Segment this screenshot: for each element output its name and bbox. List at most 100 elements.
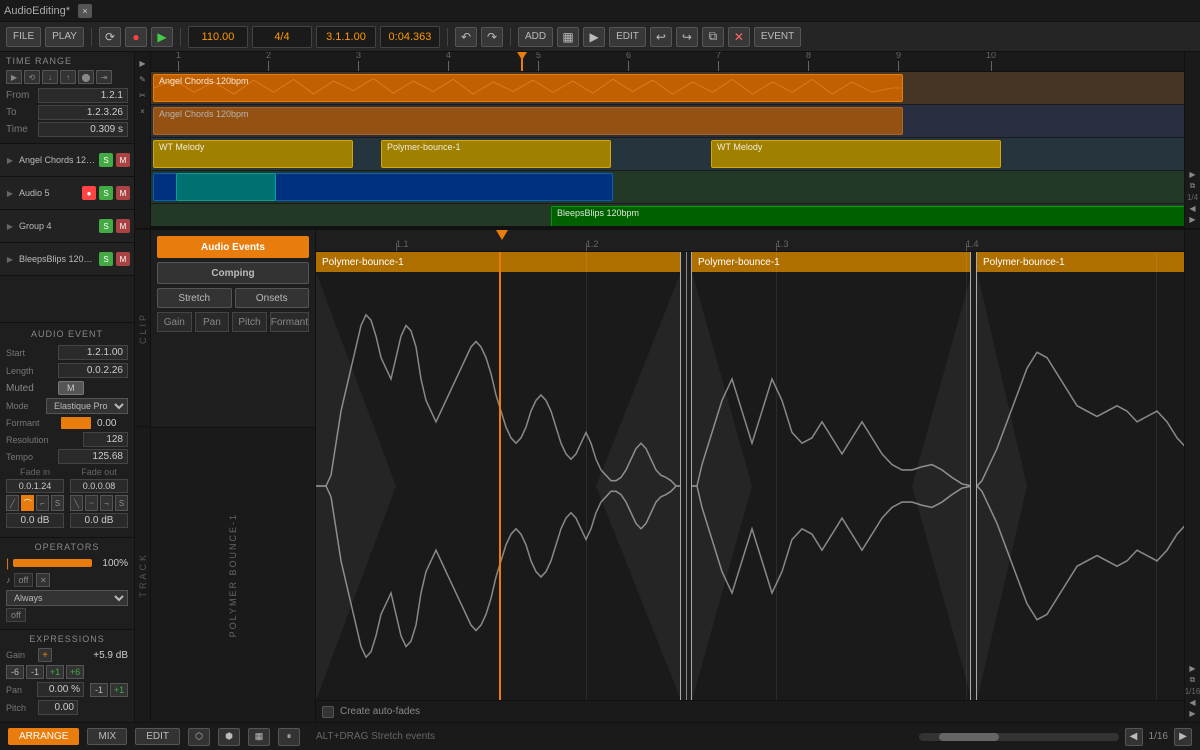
fade-in-s[interactable]: S [51, 495, 64, 511]
redo-button[interactable]: ↷ [481, 27, 503, 47]
arrange-right-btn-2[interactable]: ⧉ [1190, 181, 1196, 191]
fade-out-curve[interactable]: ⌣ [85, 495, 98, 511]
fade-in-value[interactable]: 0.0.1.24 [6, 479, 64, 493]
track-4-expand[interactable]: ▶ [4, 253, 16, 265]
track-clip-3b[interactable]: Polymer-bounce-1 [381, 140, 611, 168]
tempo-value[interactable]: 125.68 [58, 449, 128, 464]
fade-out-value[interactable]: 0.0.0.08 [70, 479, 128, 493]
bottom-icon-1[interactable]: ⬡ [188, 728, 210, 746]
pan-step-minus1[interactable]: -1 [90, 683, 108, 697]
pitch-value[interactable]: 0.00 [38, 700, 78, 715]
h-scrollbar[interactable] [919, 733, 1119, 741]
graph-button[interactable]: ▦ [557, 27, 579, 47]
edit-button[interactable]: EDIT [609, 27, 646, 47]
bottom-icon-4[interactable]: ⏸ [278, 728, 300, 746]
gain-step-minus1[interactable]: -1 [26, 665, 44, 679]
comping-button[interactable]: Comping [157, 262, 309, 284]
formant-param-button[interactable]: Formant [270, 312, 309, 332]
audio-events-button[interactable]: Audio Events [157, 236, 309, 258]
fade-in-step[interactable]: ⌐ [36, 495, 49, 511]
tr-icon-6[interactable]: ⇥ [96, 70, 112, 84]
pan-param-button[interactable]: Pan [195, 312, 230, 332]
fade-out-step[interactable]: ¬ [100, 495, 113, 511]
length-value[interactable]: 0.0.2.26 [58, 363, 128, 378]
track-1-solo[interactable]: S [99, 153, 113, 167]
arrange-tool-2[interactable]: ✎ [136, 72, 150, 86]
arrange-tool-4[interactable]: × [136, 104, 150, 118]
gain-step-minus6[interactable]: -6 [6, 665, 24, 679]
fade-out-linear[interactable]: ╲ [70, 495, 83, 511]
auto-fades-checkbox[interactable] [322, 706, 334, 718]
clip-right-btn-1[interactable]: ▶ [1189, 664, 1195, 673]
track-clip-5a[interactable]: BleepsBlips 120bpm [551, 206, 1184, 228]
track-clip-1a[interactable]: Angel Chords 120bpm [153, 74, 903, 102]
stretch-button[interactable]: Stretch [157, 288, 232, 308]
gain-step-plus1[interactable]: +1 [46, 665, 64, 679]
track-3-solo[interactable]: S [99, 219, 113, 233]
tr-icon-3[interactable]: ↓ [42, 70, 58, 84]
tr-icon-2[interactable]: ⟲ [24, 70, 40, 84]
play-menu-button[interactable]: PLAY [45, 27, 84, 47]
play-button[interactable]: ▶ [151, 27, 173, 47]
fade-out-s[interactable]: S [115, 495, 128, 511]
transport-play-button[interactable]: ▶ [583, 27, 605, 47]
mix-tab[interactable]: MIX [87, 728, 127, 745]
track-clip-4b[interactable] [176, 173, 276, 201]
loop-button[interactable]: ⟳ [99, 27, 121, 47]
tr-icon-5[interactable]: ⬤ [78, 70, 94, 84]
track-2-mute[interactable]: M [116, 186, 130, 200]
to-value[interactable]: 1.2.3.26 [38, 105, 128, 120]
fade-in-curve[interactable]: ⌒ [21, 495, 34, 511]
delete-button[interactable]: ✕ [728, 27, 750, 47]
track-1-expand[interactable]: ▶ [4, 154, 16, 166]
arrange-tool-1[interactable]: ▶ [136, 56, 150, 70]
event-button[interactable]: EVENT [754, 27, 801, 47]
bottom-icon-3[interactable]: ▦ [248, 728, 270, 746]
arrange-right-btn-3[interactable]: ◀ [1189, 204, 1195, 213]
track-2-rec[interactable]: ● [82, 186, 96, 200]
ops-always-select[interactable]: Always [6, 590, 128, 606]
arrange-right-btn-1[interactable]: ▶ [1189, 170, 1195, 179]
track-3-expand[interactable]: ▶ [4, 220, 16, 232]
pan-value[interactable]: 0.00 % [37, 682, 84, 697]
track-1-mute[interactable]: M [116, 153, 130, 167]
tr-icon-4[interactable]: ↑ [60, 70, 76, 84]
arrange-tool-3[interactable]: ✂ [136, 88, 150, 102]
start-value[interactable]: 1.2.1.00 [58, 345, 128, 360]
clip-right-btn-3[interactable]: ◀ [1189, 698, 1195, 707]
onsets-button[interactable]: Onsets [235, 288, 310, 308]
clip-right-btn-2[interactable]: ⧉ [1190, 675, 1196, 685]
track-2-solo[interactable]: S [99, 186, 113, 200]
track-clip-2a[interactable]: Angel Chords 120bpm [153, 107, 903, 135]
track-2-expand[interactable]: ▶ [4, 187, 16, 199]
edit-tab[interactable]: EDIT [135, 728, 180, 745]
gain-add-button[interactable]: + [38, 648, 52, 662]
record-button[interactable]: ● [125, 27, 147, 47]
muted-button[interactable]: M [58, 381, 84, 395]
scrollbar-thumb[interactable] [939, 733, 999, 741]
ops-slider-track[interactable] [13, 559, 92, 567]
arrange-right-btn-4[interactable]: ▶ [1189, 215, 1195, 224]
zoom-in-button[interactable]: ▶ [1174, 728, 1192, 746]
undo-button[interactable]: ↶ [455, 27, 477, 47]
tr-icon-1[interactable]: ▶ [6, 70, 22, 84]
add-button[interactable]: ADD [518, 27, 553, 47]
mode-select[interactable]: Elastique Pro [46, 398, 128, 414]
fade-in-linear[interactable]: ╱ [6, 495, 19, 511]
track-clip-3a[interactable]: WT Melody [153, 140, 353, 168]
ops-x-btn-1[interactable]: ✕ [36, 573, 50, 587]
file-button[interactable]: FILE [6, 27, 41, 47]
track-4-mute[interactable]: M [116, 252, 130, 266]
zoom-out-button[interactable]: ◀ [1125, 728, 1143, 746]
from-value[interactable]: 1.2.1 [38, 88, 128, 103]
gain-param-button[interactable]: Gain [157, 312, 192, 332]
gain-step-plus6[interactable]: +6 [66, 665, 84, 679]
duplicate-button[interactable]: ⧉ [702, 27, 724, 47]
arrange-tab[interactable]: ARRANGE [8, 728, 79, 745]
track-4-solo[interactable]: S [99, 252, 113, 266]
clip-right-btn-4[interactable]: ▶ [1189, 709, 1195, 718]
bottom-icon-2[interactable]: ⬢ [218, 728, 240, 746]
close-button[interactable]: × [78, 4, 92, 18]
arrow-left-button[interactable]: ↩ [650, 27, 672, 47]
track-3-mute[interactable]: M [116, 219, 130, 233]
